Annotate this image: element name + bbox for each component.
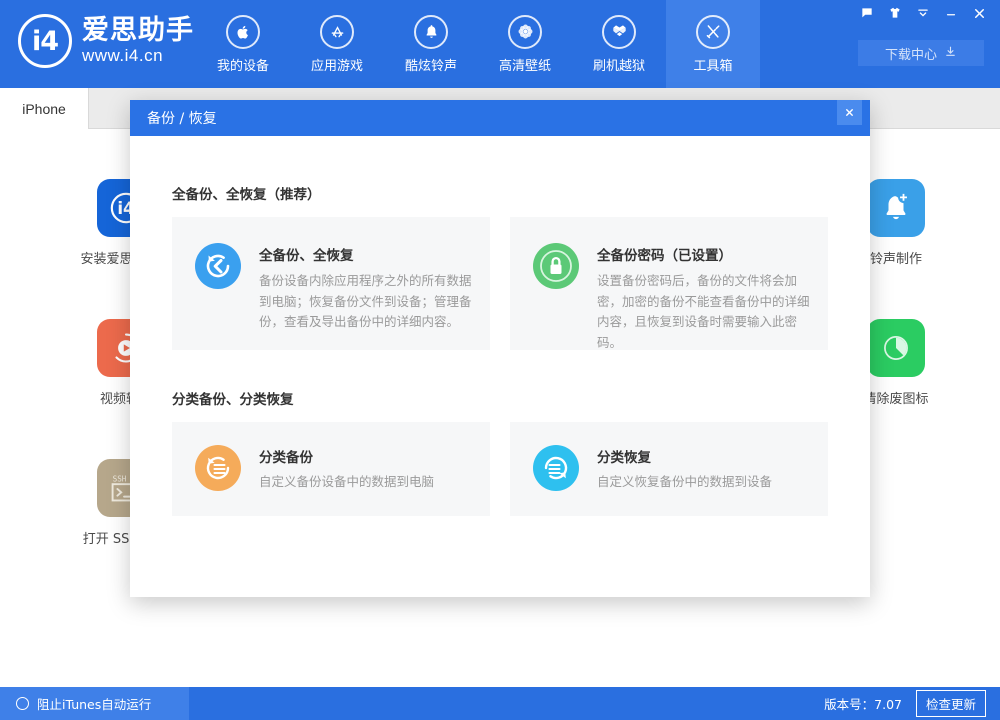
check-update-button[interactable]: 检查更新 (916, 690, 986, 717)
block-itunes-label: 阻止iTunes自动运行 (37, 694, 151, 713)
app-window: i4 爱思助手 www.i4.cn 我的设备 (0, 0, 1000, 720)
card-row-full-backup: 全备份、全恢复 备份设备内除应用程序之外的所有数据到电脑；恢复备份文件到设备；管… (172, 217, 828, 350)
nav-item-toolbox[interactable]: 工具箱 (666, 0, 760, 88)
category-backup-icon (194, 444, 242, 492)
full-backup-restore-icon (194, 242, 242, 290)
category-restore-icon (532, 444, 580, 492)
tab-label: iPhone (22, 101, 66, 117)
brand-name: 爱思助手 (82, 17, 194, 45)
minimize-icon[interactable] (938, 2, 964, 24)
download-center-button[interactable]: 下载中心 (858, 40, 984, 66)
tools-icon (696, 15, 730, 49)
backup-restore-dialog: 备份 / 恢复 全备份、全恢复（推荐） (130, 100, 870, 597)
card-text: 分类备份 自定义备份设备中的数据到电脑 (259, 444, 434, 491)
tab-iphone[interactable]: iPhone (0, 88, 89, 129)
close-icon[interactable] (966, 2, 992, 24)
nav-item-my-device[interactable]: 我的设备 (196, 0, 290, 88)
card-category-backup[interactable]: 分类备份 自定义备份设备中的数据到电脑 (172, 422, 490, 516)
card-description: 自定义备份设备中的数据到电脑 (259, 473, 434, 491)
apple-icon (226, 15, 260, 49)
feedback-icon[interactable] (854, 2, 880, 24)
card-title: 分类恢复 (597, 446, 772, 466)
card-description: 备份设备内除应用程序之外的所有数据到电脑；恢复备份文件到设备；管理备份，查看及导… (259, 271, 472, 333)
pie-clear-icon (867, 319, 925, 377)
i4-logo-icon: i4 (18, 14, 72, 68)
brand-text: 爱思助手 www.i4.cn (82, 17, 194, 65)
nav-item-wallpapers[interactable]: 高清壁纸 (478, 0, 572, 88)
chevron-down-icon[interactable] (910, 2, 936, 24)
tool-label: 铃声制作 (870, 248, 922, 267)
card-full-backup-restore[interactable]: 全备份、全恢复 备份设备内除应用程序之外的所有数据到电脑；恢复备份文件到设备；管… (172, 217, 490, 350)
nav-item-apps-games[interactable]: 应用游戏 (290, 0, 384, 88)
nav-label: 刷机越狱 (593, 55, 645, 74)
top-navigation-bar: i4 爱思助手 www.i4.cn 我的设备 (0, 0, 1000, 88)
nav-label: 酷炫铃声 (405, 55, 457, 74)
skin-icon[interactable] (882, 2, 908, 24)
backup-password-lock-icon (532, 242, 580, 290)
card-title: 分类备份 (259, 446, 434, 466)
nav-label: 我的设备 (217, 55, 269, 74)
appstore-icon (320, 15, 354, 49)
card-title: 全备份密码（已设置） (597, 244, 810, 264)
main-nav: 我的设备 应用游戏 (196, 0, 760, 88)
version-label: 版本号：7.07 (824, 694, 902, 713)
section-title-category-backup: 分类备份、分类恢复 (172, 388, 828, 408)
card-description: 设置备份密码后，备份的文件将会加密，加密的备份不能查看备份中的详细内容，且恢复到… (597, 271, 810, 354)
card-title: 全备份、全恢复 (259, 244, 472, 264)
dialog-body: 全备份、全恢复（推荐） 全备份、全恢复 备份设备内除应用程序之外的所有数据到电 (130, 136, 870, 516)
brand-logo-area: i4 爱思助手 www.i4.cn (18, 14, 194, 68)
status-bar: 阻止iTunes自动运行 版本号：7.07 检查更新 (0, 687, 1000, 720)
section-title-full-backup: 全备份、全恢复（推荐） (172, 183, 828, 203)
bell-icon (414, 15, 448, 49)
card-text: 全备份、全恢复 备份设备内除应用程序之外的所有数据到电脑；恢复备份文件到设备；管… (259, 242, 472, 325)
brand-initials: i4 (32, 28, 58, 55)
svg-text:SSH: SSH (113, 474, 127, 483)
card-text: 全备份密码（已设置） 设置备份密码后，备份的文件将会加密，加密的备份不能查看备份… (597, 242, 810, 325)
flower-icon (508, 15, 542, 49)
card-description: 自定义恢复备份中的数据到设备 (597, 473, 772, 491)
dialog-title: 备份 / 恢复 (147, 108, 217, 128)
toggle-circle-icon (16, 697, 29, 710)
nav-label: 高清壁纸 (499, 55, 551, 74)
nav-item-ringtones[interactable]: 酷炫铃声 (384, 0, 478, 88)
status-bar-right: 版本号：7.07 检查更新 (824, 687, 986, 720)
download-icon (944, 45, 957, 62)
nav-label: 工具箱 (693, 55, 732, 74)
card-row-category-backup: 分类备份 自定义备份设备中的数据到电脑 分类恢复 (172, 422, 828, 516)
window-controls (854, 2, 992, 24)
card-category-restore[interactable]: 分类恢复 自定义恢复备份中的数据到设备 (510, 422, 828, 516)
card-backup-password[interactable]: 全备份密码（已设置） 设置备份密码后，备份的文件将会加密，加密的备份不能查看备份… (510, 217, 828, 350)
block-itunes-toggle[interactable]: 阻止iTunes自动运行 (0, 687, 189, 720)
download-center-label: 下载中心 (885, 44, 937, 63)
dialog-header: 备份 / 恢复 (130, 100, 870, 136)
nav-item-flash-jailbreak[interactable]: 刷机越狱 (572, 0, 666, 88)
brand-url: www.i4.cn (82, 47, 194, 65)
nav-label: 应用游戏 (311, 55, 363, 74)
bell-plus-icon (867, 179, 925, 237)
dialog-close-icon[interactable] (837, 100, 862, 125)
open-box-icon (602, 15, 636, 49)
card-text: 分类恢复 自定义恢复备份中的数据到设备 (597, 444, 772, 491)
tool-label: 清除废图标 (863, 388, 928, 407)
